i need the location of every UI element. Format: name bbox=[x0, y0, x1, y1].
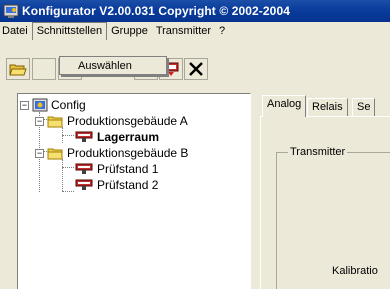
folder-icon bbox=[47, 116, 63, 128]
kalibration-label: Kalibratio bbox=[332, 265, 378, 277]
tree-label: Produktionsgebäude A bbox=[67, 114, 188, 128]
open-folder-button[interactable] bbox=[6, 58, 30, 80]
schnittstellen-dropdown: Auswählen bbox=[59, 56, 167, 75]
tab-relais[interactable]: Relais bbox=[307, 98, 348, 117]
tree-label: Config bbox=[51, 98, 86, 112]
menu-gruppe[interactable]: Gruppe bbox=[107, 22, 152, 40]
tree-label: Lagerraum bbox=[97, 130, 160, 144]
tree-label: Prüfstand 1 bbox=[97, 162, 159, 176]
menu-transmitter[interactable]: Transmitter bbox=[152, 22, 215, 40]
tree-line bbox=[62, 191, 74, 192]
menu-item-auswaehlen[interactable]: Auswählen bbox=[62, 59, 164, 73]
tree-node-device[interactable]: Prüfstand 2 bbox=[74, 177, 158, 193]
collapse-toggle[interactable]: − bbox=[35, 148, 44, 158]
menu-datei[interactable]: Datei bbox=[0, 22, 32, 40]
transmitter-icon bbox=[75, 163, 93, 174]
tree-line bbox=[62, 167, 74, 168]
tree-line bbox=[62, 159, 63, 191]
app-icon bbox=[3, 3, 19, 19]
collapse-toggle[interactable]: − bbox=[20, 100, 29, 110]
delete-x-icon bbox=[189, 62, 203, 76]
delete-button[interactable] bbox=[184, 58, 208, 80]
menu-bar: Datei Schnittstellen Gruppe Transmitter … bbox=[0, 22, 390, 40]
details-panel: Analog Relais Se Transmitter Kalibratio bbox=[256, 93, 390, 289]
config-tree[interactable]: − Config − Produktionsgebäude A Lagerrau… bbox=[17, 93, 251, 289]
tree-node-device[interactable]: Prüfstand 1 bbox=[74, 161, 158, 177]
config-folder-icon bbox=[32, 98, 48, 112]
tab-se[interactable]: Se bbox=[352, 98, 376, 117]
tree-line bbox=[62, 135, 74, 136]
window-title: Konfigurator V2.00.031 Copyright © 2002-… bbox=[22, 4, 290, 18]
tree-node-device[interactable]: Lagerraum bbox=[74, 129, 159, 145]
groupbox-title: Transmitter bbox=[288, 146, 348, 158]
tree-label: Produktionsgebäude B bbox=[67, 146, 189, 160]
menu-schnittstellen[interactable]: Schnittstellen bbox=[31, 22, 108, 40]
tree-label: Prüfstand 2 bbox=[97, 178, 159, 192]
tree-node-group[interactable]: − Produktionsgebäude B bbox=[35, 145, 188, 161]
collapse-toggle[interactable]: − bbox=[35, 116, 44, 126]
folder-icon bbox=[47, 148, 63, 160]
toolbar-button-2[interactable] bbox=[32, 58, 56, 80]
tree-node-group[interactable]: − Produktionsgebäude A bbox=[35, 113, 188, 129]
menu-help[interactable]: ? bbox=[215, 22, 229, 40]
tree-node-config[interactable]: − Config bbox=[20, 97, 86, 113]
transmitter-icon bbox=[75, 131, 93, 142]
transmitter-icon bbox=[75, 179, 93, 190]
title-bar: Konfigurator V2.00.031 Copyright © 2002-… bbox=[0, 0, 390, 22]
open-folder-icon bbox=[9, 64, 27, 76]
tab-analog[interactable]: Analog bbox=[262, 95, 307, 117]
